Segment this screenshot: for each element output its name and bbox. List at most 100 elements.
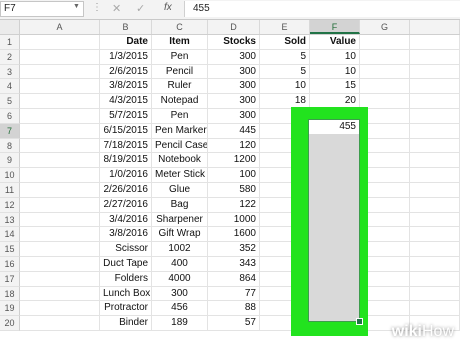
cell[interactable] bbox=[410, 138, 460, 154]
cell[interactable]: Sharpener bbox=[152, 212, 208, 228]
cell[interactable] bbox=[410, 257, 460, 272]
fx-label[interactable]: fx bbox=[164, 2, 172, 13]
cell[interactable]: 57 bbox=[208, 316, 260, 331]
row-header[interactable]: 2 bbox=[0, 49, 20, 65]
cell[interactable]: 77 bbox=[208, 286, 260, 302]
cell[interactable]: Meter Stick bbox=[152, 168, 208, 183]
cell[interactable]: Folders bbox=[100, 271, 152, 287]
row-header[interactable]: 12 bbox=[0, 197, 20, 213]
cell[interactable]: 189 bbox=[152, 316, 208, 331]
cell[interactable]: 1/0/2016 bbox=[100, 168, 152, 183]
cell[interactable]: 5 bbox=[260, 49, 310, 65]
cell[interactable]: 2/26/2016 bbox=[100, 183, 152, 198]
row-header[interactable]: 6 bbox=[0, 109, 20, 124]
column-header-c[interactable]: C bbox=[152, 20, 208, 34]
header-cell-stocks[interactable]: Stocks bbox=[208, 35, 260, 50]
cell[interactable] bbox=[410, 286, 460, 302]
cell[interactable] bbox=[410, 35, 460, 50]
cell[interactable]: 445 bbox=[208, 123, 260, 139]
row-header[interactable]: 4 bbox=[0, 79, 20, 95]
cell[interactable] bbox=[20, 35, 100, 50]
column-header-f[interactable]: F bbox=[310, 20, 360, 34]
row-header[interactable]: 17 bbox=[0, 271, 20, 287]
cell[interactable]: 8/19/2015 bbox=[100, 153, 152, 169]
cell[interactable] bbox=[410, 109, 460, 124]
cell[interactable] bbox=[410, 227, 460, 243]
cell[interactable] bbox=[20, 271, 100, 287]
cell[interactable]: 300 bbox=[208, 79, 260, 95]
cell[interactable]: 300 bbox=[208, 109, 260, 124]
cell[interactable] bbox=[20, 168, 100, 183]
column-header-a[interactable]: A bbox=[20, 20, 100, 34]
cell[interactable] bbox=[20, 183, 100, 198]
cell[interactable]: 100 bbox=[208, 168, 260, 183]
cell[interactable]: 3/8/2016 bbox=[100, 227, 152, 243]
cell[interactable]: Scissor bbox=[100, 242, 152, 257]
cell[interactable] bbox=[410, 79, 460, 95]
cell[interactable]: 2/27/2016 bbox=[100, 197, 152, 213]
cell[interactable]: 4/3/2015 bbox=[100, 94, 152, 109]
column-header-h[interactable] bbox=[410, 20, 460, 34]
check-icon[interactable]: ✓ bbox=[136, 2, 145, 15]
row-header[interactable]: 7 bbox=[0, 123, 20, 139]
more-options-icon[interactable]: ⋮ bbox=[92, 2, 102, 13]
column-header-g[interactable]: G bbox=[360, 20, 410, 34]
row-header[interactable]: 5 bbox=[0, 94, 20, 109]
cell[interactable]: 300 bbox=[152, 286, 208, 302]
select-all-corner[interactable] bbox=[0, 20, 20, 34]
header-cell-value[interactable]: Value bbox=[310, 35, 360, 50]
row-header[interactable]: 15 bbox=[0, 242, 20, 257]
cell[interactable]: 300 bbox=[208, 64, 260, 80]
row-header[interactable]: 9 bbox=[0, 153, 20, 169]
cell[interactable] bbox=[410, 183, 460, 198]
cell[interactable] bbox=[20, 286, 100, 302]
cell[interactable] bbox=[410, 242, 460, 257]
chevron-down-icon[interactable]: ▼ bbox=[73, 3, 80, 10]
cell[interactable]: 10 bbox=[310, 49, 360, 65]
cell[interactable]: 10 bbox=[260, 79, 310, 95]
cell[interactable] bbox=[20, 123, 100, 139]
cell[interactable] bbox=[410, 271, 460, 287]
row-header[interactable]: 20 bbox=[0, 316, 20, 331]
cell[interactable]: Protractor bbox=[100, 301, 152, 317]
cell[interactable]: Binder bbox=[100, 316, 152, 331]
cell[interactable]: 88 bbox=[208, 301, 260, 317]
cell[interactable]: 1/3/2015 bbox=[100, 49, 152, 65]
header-cell-sold[interactable]: Sold bbox=[260, 35, 310, 50]
cell[interactable] bbox=[410, 301, 460, 317]
cell[interactable] bbox=[360, 49, 410, 65]
cell[interactable]: 3/4/2016 bbox=[100, 212, 152, 228]
cell[interactable] bbox=[20, 227, 100, 243]
cell[interactable] bbox=[410, 197, 460, 213]
cell[interactable]: Glue bbox=[152, 183, 208, 198]
cell[interactable] bbox=[360, 79, 410, 95]
cell[interactable]: Lunch Box bbox=[100, 286, 152, 302]
cell[interactable]: 400 bbox=[152, 257, 208, 272]
header-cell-item[interactable]: Item bbox=[152, 35, 208, 50]
cell[interactable]: Ruler bbox=[152, 79, 208, 95]
row-header[interactable]: 19 bbox=[0, 301, 20, 317]
cell[interactable] bbox=[20, 94, 100, 109]
row-header[interactable]: 10 bbox=[0, 168, 20, 183]
cell[interactable]: Notepad bbox=[152, 94, 208, 109]
row-header[interactable]: 13 bbox=[0, 212, 20, 228]
cell[interactable] bbox=[410, 49, 460, 65]
cell[interactable]: 2/6/2015 bbox=[100, 64, 152, 80]
cell[interactable]: 580 bbox=[208, 183, 260, 198]
cell[interactable]: Pen bbox=[152, 49, 208, 65]
selected-range[interactable] bbox=[308, 119, 360, 322]
row-header[interactable]: 11 bbox=[0, 183, 20, 198]
cell[interactable] bbox=[20, 79, 100, 95]
cell[interactable]: 122 bbox=[208, 197, 260, 213]
row-header[interactable]: 8 bbox=[0, 138, 20, 154]
active-cell[interactable]: 455 bbox=[309, 120, 359, 134]
cell[interactable] bbox=[410, 212, 460, 228]
cell[interactable]: Pen Marker bbox=[152, 123, 208, 139]
cell[interactable]: Duct Tape bbox=[100, 257, 152, 272]
cell[interactable] bbox=[20, 49, 100, 65]
cell[interactable] bbox=[20, 153, 100, 169]
cell[interactable]: 456 bbox=[152, 301, 208, 317]
cell[interactable]: 1600 bbox=[208, 227, 260, 243]
row-header[interactable]: 16 bbox=[0, 257, 20, 272]
cell[interactable]: 5 bbox=[260, 64, 310, 80]
